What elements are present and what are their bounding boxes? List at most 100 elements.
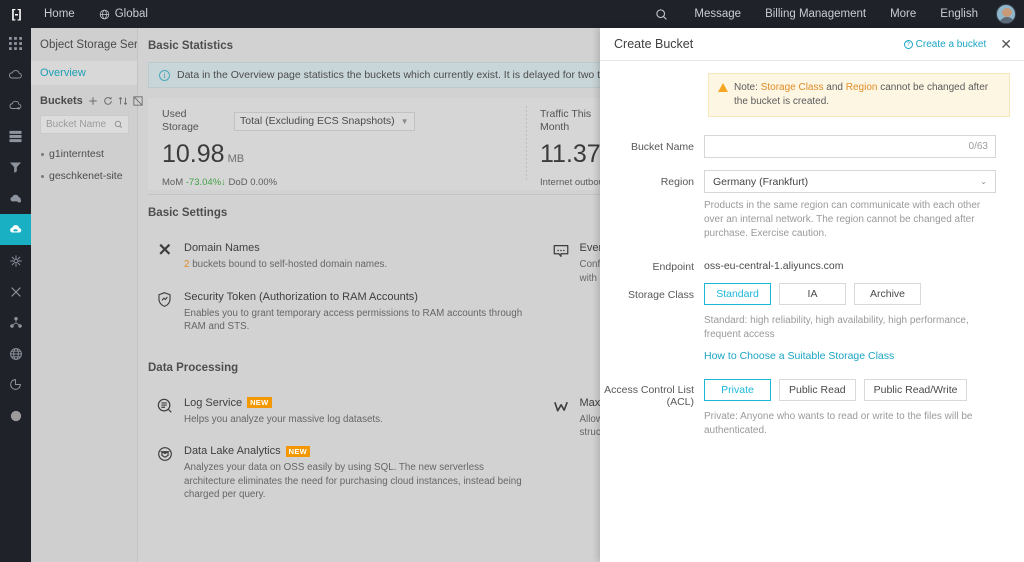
nav-home[interactable]: Home [32, 0, 87, 28]
nav-language-label: English [940, 8, 978, 20]
rail-item-pie-chart[interactable] [0, 369, 31, 400]
notice-and: and [826, 82, 843, 93]
rail-item-filter[interactable] [0, 152, 31, 183]
bucket-list-item-0[interactable]: g1interntest [31, 143, 137, 165]
storage-class-option-archive[interactable]: Archive [854, 283, 921, 305]
chevron-down-icon: ⌄ [980, 177, 987, 186]
region-hint: Products in the same region can communic… [704, 200, 981, 239]
globe-grid-icon [9, 347, 23, 361]
card-title-text: Log Service [184, 396, 243, 409]
globe-icon [99, 9, 110, 20]
filter-funnel-icon [9, 161, 22, 174]
drawer-header: Create Bucket ? Create a bucket ✕ [600, 28, 1024, 61]
storage-class-control: Standard IA Archive Standard: high relia… [704, 283, 1024, 364]
nav-billing-label: Billing Management [765, 8, 867, 20]
rail-item-globe-grid[interactable] [0, 338, 31, 369]
stat-header: Used Storage Total (Excluding ECS Snapsh… [162, 108, 512, 134]
acl-control: Private Public Read Public Read/Write Pr… [704, 379, 1024, 438]
refresh-icon[interactable] [103, 96, 113, 106]
acl-option-public-read-write[interactable]: Public Read/Write [863, 379, 968, 401]
stat-number: 11.37 [540, 140, 601, 168]
rail-item-cloud-stack[interactable] [0, 183, 31, 214]
close-icon[interactable]: ✕ [998, 35, 1014, 53]
rail-item-cross-link[interactable] [0, 276, 31, 307]
bucket-search-input[interactable] [46, 119, 114, 130]
sidebar-item-overview[interactable]: Overview [31, 61, 137, 85]
drawer-title: Create Bucket [614, 37, 694, 51]
top-navigation-bar: [-] Home Global Message Billing Manageme… [0, 0, 1024, 28]
bucket-search-box[interactable] [40, 115, 129, 134]
brand-logo[interactable]: [-] [0, 0, 32, 28]
endpoint-value: oss-eu-central-1.aliyuncs.com [704, 260, 844, 272]
product-sidebar: Object Storage Ser... Overview Buckets B… [31, 28, 143, 562]
rail-item-circle-dot[interactable] [0, 400, 31, 431]
sort-icon[interactable] [118, 96, 128, 106]
used-storage-select[interactable]: Total (Excluding ECS Snapshots) ▼ [234, 111, 415, 131]
card-title: Data Lake Analytics NEW [184, 444, 530, 458]
card-title-text: Data Lake Analytics [184, 445, 281, 457]
expand-icon[interactable] [133, 96, 143, 106]
rail-item-object-storage-service[interactable] [0, 214, 31, 245]
plus-icon[interactable] [88, 96, 98, 106]
pie-chart-icon [9, 378, 22, 391]
hierarchy-icon [9, 316, 23, 330]
acl-option-public-read[interactable]: Public Read [779, 379, 856, 401]
nav-message[interactable]: Message [682, 0, 753, 28]
avatar[interactable] [996, 4, 1016, 24]
create-bucket-help-label: Create a bucket [915, 38, 987, 50]
card-domain-names[interactable]: Domain Names 2 buckets bound to self-hos… [148, 233, 530, 282]
search-icon[interactable] [641, 8, 682, 21]
security-token-icon [156, 290, 175, 334]
card-security-token[interactable]: Security Token (Authorization to RAM Acc… [148, 282, 530, 344]
acl-option-private[interactable]: Private [704, 379, 771, 401]
domain-desc-text: buckets bound to self-hosted domain name… [192, 259, 388, 270]
storage-class-help-link[interactable]: How to Choose a Suitable Storage Class [704, 350, 894, 362]
storage-class-option-ia[interactable]: IA [779, 283, 846, 305]
storage-class-label: Storage Class [628, 289, 694, 301]
rail-item-network-share[interactable] [0, 245, 31, 276]
stat-value: 10.98 MB [162, 140, 512, 173]
cloud-arrow-icon [8, 98, 23, 113]
create-bucket-help-link[interactable]: ? Create a bucket [903, 38, 987, 50]
sidebar-item-overview-label: Overview [40, 67, 86, 79]
top-right-group: Message Billing Management More English [641, 0, 1024, 28]
notice-term-region: Region [845, 82, 878, 93]
bucket-name-input-wrap[interactable]: 0/63 [704, 135, 996, 158]
rail-item-cloud-arrow[interactable] [0, 90, 31, 121]
region-select[interactable]: Germany (Frankfurt) ⌄ [704, 170, 996, 193]
card-data-lake-analytics[interactable]: Data Lake Analytics NEW Analyzes your da… [148, 436, 530, 512]
card-log-service[interactable]: Log Service NEW Helps you analyze your m… [148, 388, 530, 437]
nav-global[interactable]: Global [87, 0, 160, 28]
network-share-icon [9, 254, 23, 268]
field-storage-class: Storage Class Standard IA Archive Standa… [600, 283, 1024, 364]
notice-prefix: Note: [734, 82, 758, 93]
stat-number: 10.98 [162, 140, 225, 168]
bucket-name-label: Bucket Name [630, 141, 694, 153]
storage-class-option-standard[interactable]: Standard [704, 283, 771, 305]
rail-item-hierarchy[interactable] [0, 307, 31, 338]
rail-item-database[interactable] [0, 121, 31, 152]
search-icon[interactable] [114, 116, 123, 134]
bucket-name: g1interntest [49, 148, 104, 160]
data-processing-column-1: Log Service NEW Helps you analyze your m… [148, 388, 544, 518]
buckets-label: Buckets [40, 95, 83, 107]
bullet-icon [41, 174, 44, 178]
bucket-name-control: 0/63 [704, 135, 1024, 158]
nav-billing-management[interactable]: Billing Management [753, 0, 878, 28]
rail-item-cloud[interactable] [0, 59, 31, 90]
rail-item-grid-apps[interactable] [0, 28, 31, 59]
product-title: Object Storage Ser... [40, 39, 137, 51]
new-badge: NEW [285, 445, 311, 457]
option-label: Public Read/Write [873, 384, 958, 396]
card-body: Security Token (Authorization to RAM Acc… [184, 290, 530, 334]
nav-more[interactable]: More [878, 0, 928, 28]
nav-language[interactable]: English [928, 0, 990, 28]
info-circle-icon: i [159, 69, 170, 81]
storage-class-segmented-control: Standard IA Archive [704, 283, 996, 305]
option-label: Private [721, 384, 754, 396]
dod-label: DoD 0.00% [228, 177, 278, 188]
bucket-list-item-1[interactable]: geschkenet-site [31, 165, 137, 187]
nav-home-label: Home [44, 8, 75, 20]
mom-label: MoM [162, 177, 184, 188]
bucket-name-input[interactable] [712, 140, 969, 153]
